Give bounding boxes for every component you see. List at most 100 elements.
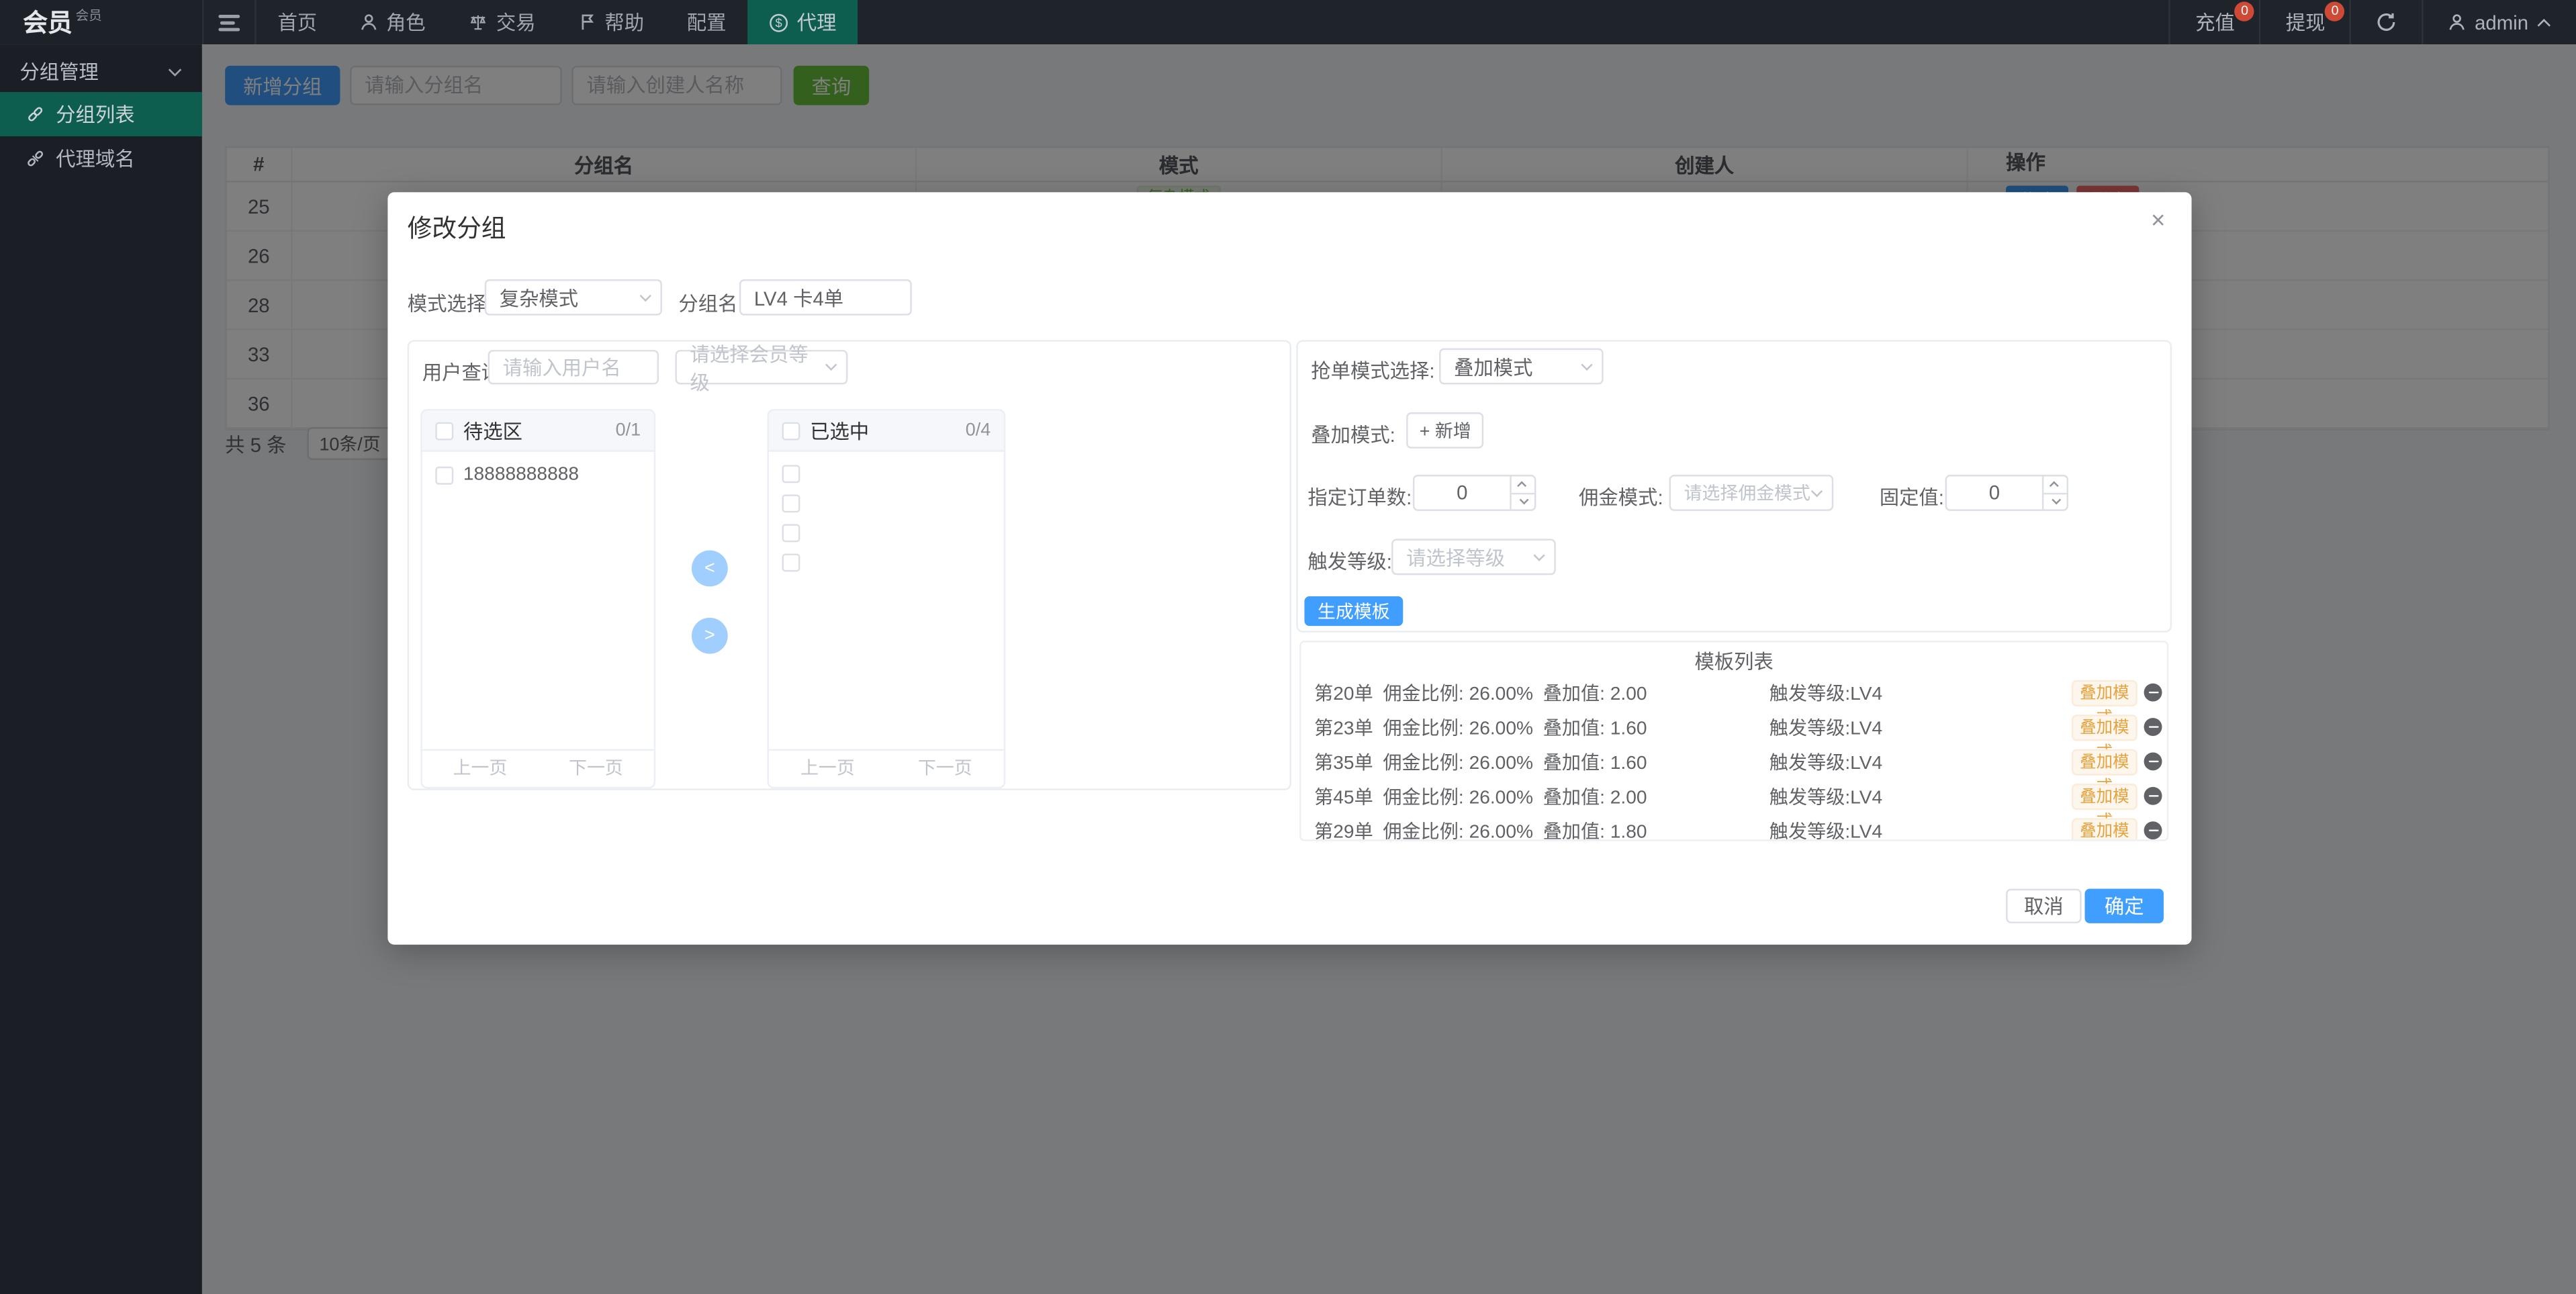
refresh-button[interactable] (2350, 0, 2422, 44)
nav-item-label: 交易 (496, 8, 536, 36)
item-checkbox[interactable] (782, 465, 800, 483)
nav-item-label: 代理 (797, 8, 837, 36)
move-right-button[interactable]: > (692, 618, 728, 654)
next-page-link[interactable]: 下一页 (538, 751, 653, 787)
generate-template-button[interactable]: 生成模板 (1304, 596, 1403, 626)
fixed-value-label: 固定值: (1880, 483, 1944, 511)
remove-icon[interactable] (2144, 821, 2162, 839)
unlink-icon (26, 150, 44, 168)
overlay-mode-tag[interactable]: 叠加模式 (2072, 714, 2137, 740)
decrease-icon[interactable] (2043, 494, 2066, 509)
nav-item-trade[interactable]: 交易 (447, 0, 557, 44)
confirm-button[interactable]: 确定 (2084, 889, 2163, 923)
prev-page-link[interactable]: 上一页 (422, 751, 538, 787)
list-item[interactable] (782, 553, 991, 571)
source-list-title: 待选区 (463, 416, 522, 445)
list-item[interactable] (782, 494, 991, 512)
commission-ratio: 佣金比例: 26.00% (1383, 680, 1533, 706)
order-no: 第45单 (1314, 783, 1373, 809)
member-level-select[interactable]: 请选择会员等级 (675, 350, 847, 384)
nav-item-home[interactable]: 首页 (257, 0, 338, 44)
sidebar-section-group-management[interactable]: 分组管理 (0, 51, 202, 92)
withdraw-badge: 0 (2325, 1, 2344, 21)
overlay-value: 叠加值: 1.80 (1543, 817, 1647, 841)
remove-icon[interactable] (2144, 787, 2162, 805)
overlay-value: 叠加值: 1.60 (1543, 748, 1647, 774)
list-item[interactable] (782, 524, 991, 542)
commission-mode-select[interactable]: 请选择佣金模式 (1669, 475, 1834, 511)
app-logo: 会员 会员 (0, 0, 202, 44)
username: admin (2475, 11, 2528, 34)
screen: 会员 会员 首页 角色 交易 帮助 配置 $ (0, 0, 2576, 1294)
order-count-stepper[interactable]: 0 (1413, 475, 1536, 511)
flag-icon (578, 13, 596, 32)
group-name-field[interactable] (739, 279, 912, 316)
chevron-down-icon (640, 289, 651, 301)
overlay-mode-tag[interactable]: 叠加模式 (2072, 817, 2137, 841)
decrease-icon[interactable] (1512, 494, 1534, 509)
grab-mode-panel: 抢单模式选择: 叠加模式 叠加模式: + 新增 指定订单数: 0 佣金模式: 请… (1296, 340, 2172, 632)
next-page-link[interactable]: 下一页 (886, 751, 1004, 787)
trigger-level: 触发等级:LV4 (1769, 714, 1882, 740)
overlay-value: 叠加值: 1.60 (1543, 714, 1647, 740)
user-icon (360, 13, 378, 32)
sidebar-item-agent-domain[interactable]: 代理域名 (0, 136, 202, 181)
increase-icon[interactable] (1512, 476, 1534, 494)
person-icon (2448, 13, 2467, 32)
mode-select[interactable]: 复杂模式 (485, 279, 662, 316)
commission-ratio: 佣金比例: 26.00% (1383, 748, 1533, 774)
withdraw-button[interactable]: 提现 0 (2260, 0, 2350, 44)
template-row: 第35单佣金比例: 26.00%叠加值: 1.60 触发等级:LV4 叠加模式 (1301, 744, 2167, 778)
overlay-mode-tag[interactable]: 叠加模式 (2072, 748, 2137, 774)
nav-item-roles[interactable]: 角色 (338, 0, 447, 44)
select-all-checkbox[interactable] (782, 422, 800, 440)
nav-item-agent[interactable]: $ 代理 (747, 0, 858, 44)
source-list-count: 0/1 (616, 420, 641, 440)
target-list: 已选中 0/4 上一页 下一页 (767, 409, 1005, 788)
target-list-count: 0/4 (966, 420, 991, 440)
overlay-mode-label: 叠加模式: (1311, 420, 1395, 449)
nav-item-config[interactable]: 配置 (665, 0, 747, 44)
order-count-label: 指定订单数: (1307, 483, 1412, 511)
list-item[interactable]: 18888888888 (435, 465, 641, 484)
overlay-mode-tag[interactable]: 叠加模式 (2072, 680, 2137, 706)
move-left-button[interactable]: < (692, 551, 728, 587)
item-checkbox[interactable] (435, 466, 453, 484)
grab-mode-select[interactable]: 叠加模式 (1439, 349, 1604, 385)
recharge-button[interactable]: 充值 0 (2169, 0, 2260, 44)
commission-mode-label: 佣金模式: (1579, 483, 1663, 511)
overlay-mode-tag[interactable]: 叠加模式 (2072, 783, 2137, 809)
item-checkbox[interactable] (782, 494, 800, 512)
list-item[interactable] (782, 465, 991, 483)
close-icon[interactable]: × (2144, 202, 2172, 240)
item-checkbox[interactable] (782, 553, 800, 571)
trigger-level-select[interactable]: 请选择等级 (1391, 539, 1556, 575)
fixed-value-stepper[interactable]: 0 (1945, 475, 2068, 511)
trigger-level: 触发等级:LV4 (1769, 783, 1882, 809)
remove-icon[interactable] (2144, 752, 2162, 770)
sidebar-item-group-list[interactable]: 分组列表 (0, 92, 202, 136)
order-no: 第29单 (1314, 817, 1373, 841)
order-no: 第23单 (1314, 714, 1373, 740)
chevron-down-icon (825, 359, 837, 371)
chevron-down-icon (1581, 358, 1592, 369)
template-row: 第23单佣金比例: 26.00%叠加值: 1.60 触发等级:LV4 叠加模式 (1301, 710, 2167, 744)
prev-page-link[interactable]: 上一页 (769, 751, 886, 787)
chevron-up-icon (2536, 17, 2551, 28)
add-overlay-button[interactable]: + 新增 (1406, 412, 1484, 449)
refresh-icon (2376, 11, 2397, 33)
increase-icon[interactable] (2043, 476, 2066, 494)
username-search-input[interactable] (488, 350, 659, 384)
item-checkbox[interactable] (782, 524, 800, 542)
nav-item-help[interactable]: 帮助 (557, 0, 665, 44)
user-menu[interactable]: admin (2422, 0, 2576, 44)
overlay-value: 叠加值: 2.00 (1543, 783, 1647, 809)
edit-group-dialog: 修改分组 × 模式选择 复杂模式 分组名 用户查询 请选择会员等级 (387, 192, 2191, 944)
remove-icon[interactable] (2144, 718, 2162, 736)
menu-toggle-icon[interactable] (202, 0, 257, 44)
remove-icon[interactable] (2144, 684, 2162, 702)
select-all-checkbox[interactable] (435, 422, 453, 440)
group-name-label: 分组名 (678, 289, 737, 318)
cancel-button[interactable]: 取消 (2006, 889, 2082, 923)
logo-text: 会员 (23, 5, 72, 39)
